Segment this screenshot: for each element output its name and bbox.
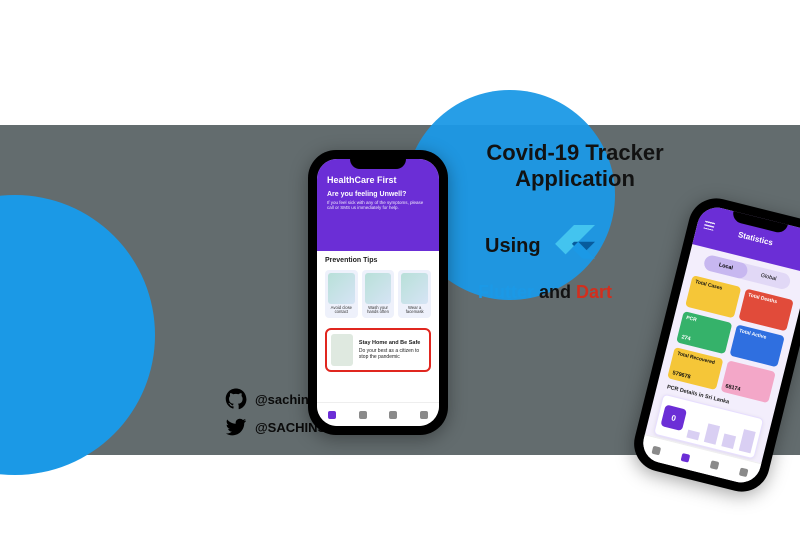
tip-image [401, 273, 428, 304]
tip-card[interactable]: Wear a facemask [398, 270, 431, 318]
stat-label: Total Active [738, 328, 780, 344]
phone-home-mockup: HealthCare First Are you feeling Unwell?… [308, 150, 448, 435]
stay-safe-card[interactable]: Stay Home and Be Safe Do your best as a … [325, 328, 431, 372]
nav-home-icon[interactable] [652, 445, 662, 455]
stat-value: 579678 [672, 370, 714, 386]
pcr-badge: 0 [660, 404, 687, 431]
title-line-2: Application [460, 166, 690, 192]
home-header: HealthCare First Are you feeling Unwell?… [317, 159, 439, 251]
tips-heading: Prevention Tips [317, 251, 439, 266]
stay-safe-sub: Do your best as a citizen to stop the pa… [359, 348, 419, 360]
using-label: Using [485, 235, 541, 258]
nav-stats-icon[interactable] [681, 452, 691, 462]
stat-total-deaths[interactable]: Total Deaths [738, 288, 794, 331]
twitter-icon [225, 416, 247, 438]
stat-value: 68174 [725, 383, 767, 399]
tech-flutter: Flutter [478, 282, 534, 302]
tip-image [365, 273, 392, 304]
stats-title: Statistics [737, 230, 774, 247]
nav-news-icon[interactable] [710, 460, 720, 470]
tips-row: Avoid close contact Wash your hands ofte… [317, 266, 439, 322]
stat-label: Total Recovered [677, 351, 719, 367]
stat-value [734, 353, 774, 363]
stat-label: Total Deaths [747, 292, 789, 308]
tip-card[interactable]: Avoid close contact [325, 270, 358, 318]
phone-notch [350, 159, 406, 169]
tech-row: Flutter and Dart [478, 282, 612, 303]
tip-label: Wear a facemask [401, 306, 428, 315]
app-brand: HealthCare First [327, 175, 429, 185]
tech-and: and [539, 282, 571, 302]
tip-image [328, 273, 355, 304]
headline-block: Covid-19 Tracker Application [460, 140, 690, 193]
stat-total-cases[interactable]: Total Cases [685, 275, 741, 318]
toggle-local[interactable]: Local [703, 254, 750, 280]
nav-home-icon[interactable] [328, 411, 336, 419]
nav-stats-icon[interactable] [359, 411, 367, 419]
nav-news-icon[interactable] [389, 411, 397, 419]
stay-safe-text: Stay Home and Be Safe Do your best as a … [359, 340, 425, 360]
title-line-1: Covid-19 Tracker [460, 140, 690, 166]
stat-value [690, 304, 730, 314]
toggle-global[interactable]: Global [745, 264, 792, 290]
banner-stage: Covid-19 Tracker Application Using Flutt… [0, 0, 800, 560]
stat-value: 274 [681, 334, 723, 350]
using-row: Using [485, 225, 595, 267]
flutter-logo-icon [553, 225, 595, 267]
tip-card[interactable]: Wash your hands often [362, 270, 395, 318]
stay-safe-image [331, 334, 353, 366]
stat-label [731, 364, 771, 374]
stat-label: Total Cases [695, 279, 737, 295]
nav-info-icon[interactable] [739, 467, 749, 477]
unwell-question: Are you feeling Unwell? [327, 191, 429, 198]
tip-label: Avoid close contact [328, 306, 355, 315]
menu-icon[interactable] [703, 221, 715, 231]
stat-total-active[interactable]: Total Active [729, 324, 785, 367]
stay-safe-title: Stay Home and Be Safe [359, 340, 425, 347]
phone-home-screen: HealthCare First Are you feeling Unwell?… [317, 159, 439, 426]
nav-info-icon[interactable] [420, 411, 428, 419]
unwell-subtext: If you feel sick with any of the symptom… [327, 200, 429, 211]
tech-dart: Dart [576, 282, 612, 302]
tip-label: Wash your hands often [365, 306, 392, 315]
stat-pcr[interactable]: PCR 274 [676, 311, 732, 354]
stat-value [743, 317, 783, 327]
stat-label: PCR [686, 315, 728, 331]
github-icon [225, 388, 247, 410]
bottom-nav [317, 402, 439, 426]
